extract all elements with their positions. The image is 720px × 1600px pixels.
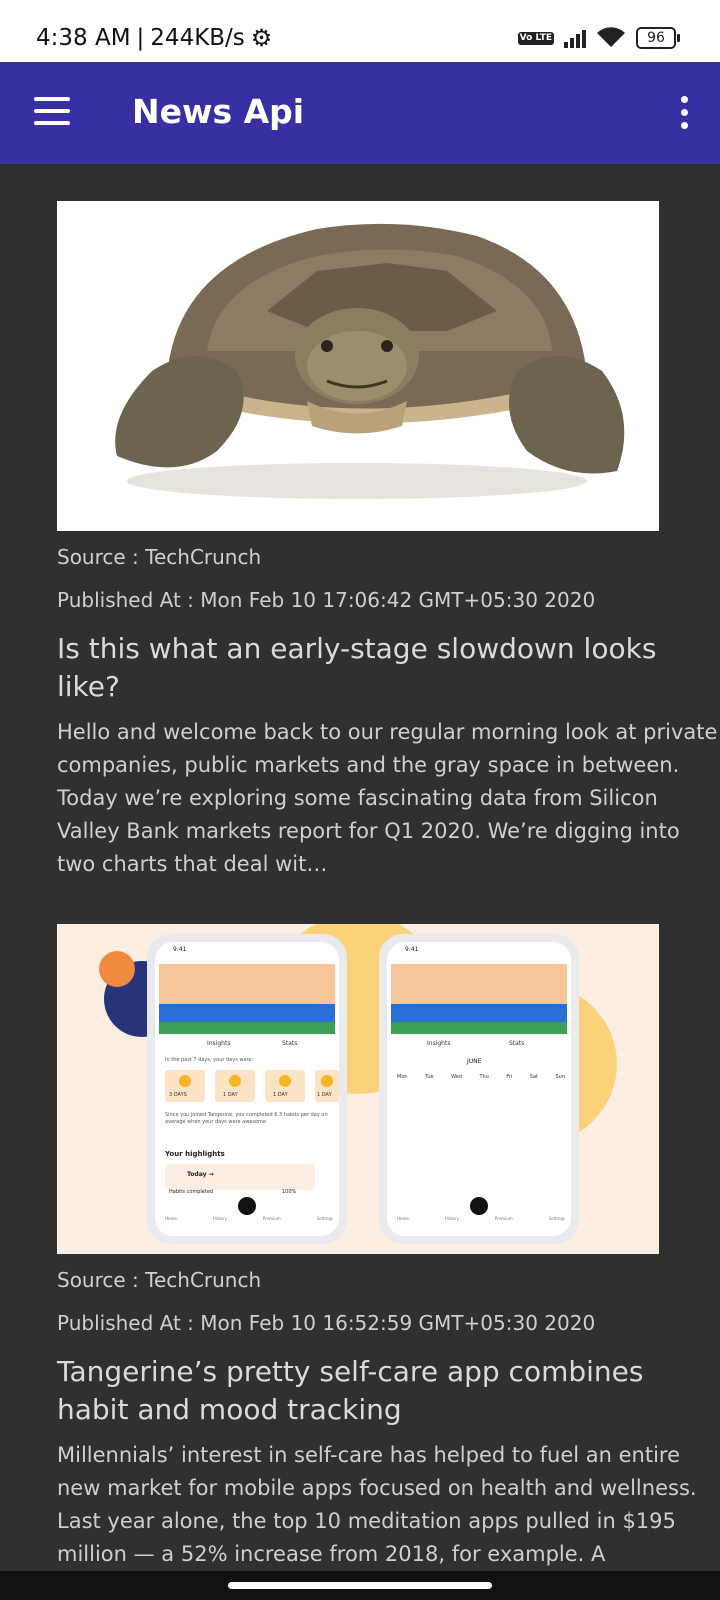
mock-phone-time: 9:41 <box>173 946 187 953</box>
mock-past-days: In the past 7 days, your days were: <box>165 1057 254 1063</box>
mock-day-label: 1 DAY <box>273 1092 288 1098</box>
mock-nav: Home History Premium Settings <box>397 1216 565 1221</box>
app-bar: News Api <box>0 62 720 164</box>
article-card[interactable]: Source : TechCrunch Published At : Mon F… <box>57 201 717 881</box>
wifi-icon <box>597 27 625 47</box>
article-description: Millennials’ interest in self-care has h… <box>57 1443 697 1566</box>
article-title[interactable]: Is this what an early-stage slowdown loo… <box>57 630 707 706</box>
article-published: Published At : Mon Feb 10 17:06:42 GMT+0… <box>57 588 596 612</box>
mock-tab-insights: Insights <box>427 1040 451 1047</box>
article-description: Hello and welcome back to our regular mo… <box>57 720 718 876</box>
mock-percent: 100% <box>282 1189 297 1195</box>
article-title[interactable]: Tangerine’s pretty self-care app combine… <box>57 1353 707 1429</box>
status-bar: 4:38 AM | 244KB/s ⚙ Vo LTE 96 <box>0 0 720 62</box>
mock-day-label: 3 DAYS <box>169 1092 187 1098</box>
status-right: Vo LTE 96 <box>517 27 680 49</box>
gesture-nav-bar[interactable] <box>0 1571 720 1600</box>
home-handle[interactable] <box>228 1582 492 1589</box>
battery-level: 96 <box>636 27 676 49</box>
battery-icon: 96 <box>636 27 680 49</box>
tangerine-app-image <box>57 924 659 1254</box>
mock-tab-stats: Stats <box>282 1040 298 1047</box>
article-image[interactable] <box>57 201 659 531</box>
status-left: 4:38 AM | 244KB/s ⚙ <box>36 24 272 52</box>
mock-today: Today → <box>187 1171 214 1178</box>
volte-icon: Vo LTE <box>517 31 554 45</box>
mock-joined-text: Since you joined Tangerine, you complete… <box>165 1112 328 1125</box>
status-divider: | <box>136 25 145 51</box>
article-source: Source : TechCrunch <box>57 1268 262 1292</box>
hamburger-menu-icon[interactable] <box>34 97 70 125</box>
signal-bars-icon <box>564 28 586 48</box>
mock-tab-stats: Stats <box>509 1040 525 1047</box>
more-vert-icon[interactable] <box>678 96 690 135</box>
tortoise-image <box>57 201 659 531</box>
article-published: Published At : Mon Feb 10 16:52:59 GMT+0… <box>57 1311 596 1335</box>
mock-highlights: Your highlights <box>165 1150 225 1158</box>
mock-phone-time: 9:41 <box>405 946 419 953</box>
article-source: Source : TechCrunch <box>57 545 262 569</box>
article-image[interactable]: 9:41 9:41 Insights Stats Insights Stats … <box>57 924 659 1254</box>
mock-month: JUNE <box>467 1058 482 1065</box>
app-title: News Api <box>132 92 305 131</box>
network-speed: 244KB/s <box>150 25 245 51</box>
gear-icon: ⚙ <box>250 24 273 52</box>
mock-day-label: 1 DAY <box>317 1092 332 1098</box>
mock-weekdays: Mon Tue Wed Thu Fri Sat Sun <box>397 1074 565 1080</box>
mock-day-label: 1 DAY <box>223 1092 238 1098</box>
article-card[interactable]: 9:41 9:41 Insights Stats Insights Stats … <box>57 924 712 1571</box>
mock-tab-insights: Insights <box>207 1040 231 1047</box>
mock-habits-completed: Habits completed <box>169 1189 214 1195</box>
mock-nav: Home History Premium Settings <box>165 1216 333 1221</box>
status-time: 4:38 AM <box>36 25 131 51</box>
